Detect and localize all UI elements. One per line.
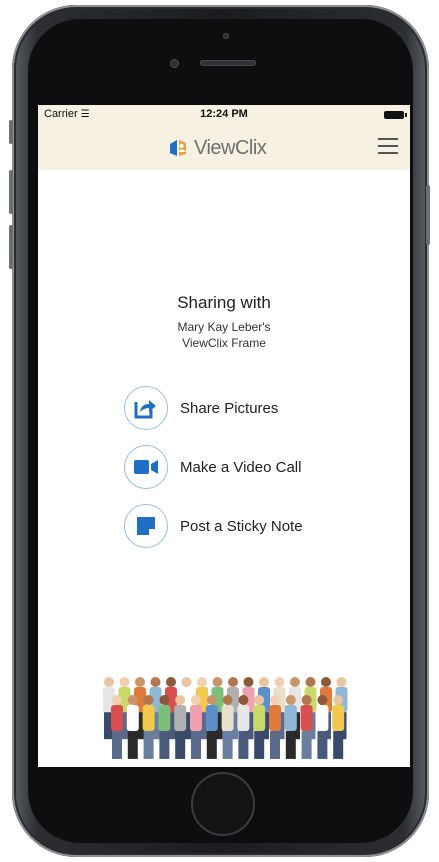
person-body	[221, 705, 234, 732]
share-pictures-icon-circle	[124, 386, 168, 430]
person-legs	[112, 731, 122, 759]
person-head	[112, 695, 122, 705]
app-header: ViewClix	[38, 125, 410, 170]
person-body	[174, 705, 187, 732]
proximity-sensor	[223, 33, 229, 39]
person-head	[243, 677, 254, 687]
mute-switch	[9, 120, 13, 144]
viewclix-logo-icon	[170, 140, 186, 156]
front-camera	[170, 59, 179, 68]
status-time: 12:24 PM	[200, 108, 248, 120]
video-camera-icon	[134, 460, 158, 474]
person-body	[158, 705, 171, 732]
person-head	[166, 677, 176, 687]
person-legs	[191, 731, 201, 759]
person-head	[274, 677, 285, 687]
person-head	[305, 677, 316, 687]
power-button	[426, 185, 430, 245]
person-head	[222, 695, 233, 705]
person-head	[290, 677, 300, 687]
person-head	[270, 695, 280, 705]
person-body	[111, 705, 123, 732]
person-body	[237, 705, 250, 732]
person-body	[253, 705, 266, 732]
person-legs	[285, 731, 296, 759]
person-head	[238, 695, 249, 705]
sharing-title: Sharing with	[177, 293, 271, 312]
sticky-note-icon-circle	[124, 504, 168, 548]
share-pictures-button[interactable]: Share Pictures	[124, 385, 278, 431]
person-legs	[206, 731, 217, 759]
person-head	[150, 677, 161, 687]
app-screen: Carrier ☰ 12:24 PM ViewClix Sharing with …	[38, 105, 410, 767]
person-head	[143, 695, 154, 705]
home-button[interactable]	[191, 772, 255, 836]
person-legs	[127, 731, 138, 759]
person-head	[175, 695, 186, 705]
person-legs	[333, 731, 344, 759]
share-pictures-label: Share Pictures	[180, 399, 279, 417]
person-body	[332, 705, 345, 732]
person-body	[284, 705, 297, 732]
person-head	[259, 677, 269, 687]
earpiece-speaker	[200, 60, 256, 66]
person-head	[321, 677, 331, 687]
person-body	[205, 705, 218, 732]
person-body	[126, 705, 139, 732]
person-head	[135, 677, 145, 687]
person-head	[127, 695, 138, 705]
battery-icon	[384, 111, 407, 119]
app-name: ViewClix	[194, 136, 267, 159]
person-head	[197, 677, 207, 687]
person-head	[119, 677, 130, 687]
person-body	[269, 705, 281, 732]
app-logo: ViewClix	[166, 135, 267, 161]
video-call-button[interactable]: Make a Video Call	[124, 444, 301, 490]
person-head	[301, 695, 312, 705]
person-body	[300, 705, 313, 732]
person-body	[142, 705, 155, 732]
group-of-people-image	[103, 677, 348, 759]
person-legs	[238, 731, 249, 759]
person-legs	[175, 731, 186, 759]
person-legs	[254, 731, 265, 759]
person-legs	[301, 731, 312, 759]
person-legs	[159, 731, 170, 759]
video-call-icon-circle	[124, 445, 168, 489]
volume-up-button	[9, 170, 13, 214]
person-legs	[143, 731, 154, 759]
person-body	[190, 705, 202, 732]
status-bar: Carrier ☰ 12:24 PM	[38, 105, 410, 125]
person-head	[228, 677, 238, 687]
person-head	[191, 695, 201, 705]
sticky-note-label: Post a Sticky Note	[180, 517, 303, 535]
person-legs	[270, 731, 280, 759]
person-head	[212, 677, 223, 687]
person-head	[181, 677, 192, 687]
person-body	[316, 705, 329, 732]
person-head	[206, 695, 217, 705]
sticky-note-button[interactable]: Post a Sticky Note	[124, 503, 303, 549]
recipient-name: Mary Kay Leber's ViewClix Frame	[177, 320, 271, 350]
volume-down-button	[9, 225, 13, 269]
person-head	[333, 695, 344, 705]
person-legs	[317, 731, 328, 759]
person-head	[104, 677, 114, 687]
share-icon	[134, 400, 156, 419]
person-head	[317, 695, 328, 705]
person-head	[336, 677, 347, 687]
person-head	[254, 695, 265, 705]
sticky-note-icon	[137, 517, 155, 535]
video-call-label: Make a Video Call	[180, 458, 302, 476]
person-head	[159, 695, 170, 705]
hamburger-menu-icon[interactable]	[378, 138, 398, 154]
person-legs	[222, 731, 233, 759]
person-head	[285, 695, 296, 705]
